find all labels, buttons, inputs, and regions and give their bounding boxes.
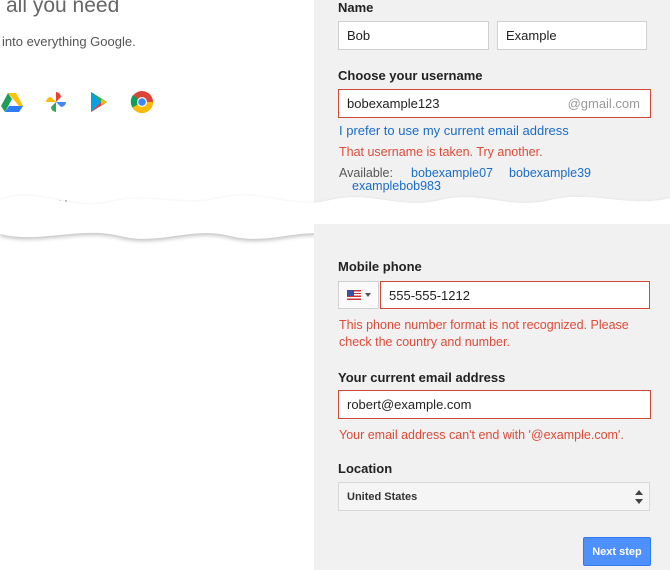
use-current-email-link[interactable]: I prefer to use my current email address bbox=[339, 123, 569, 138]
current-email-label: Your current email address bbox=[338, 370, 506, 385]
chrome-icon bbox=[130, 91, 153, 113]
available-label: Available: bbox=[339, 166, 393, 180]
select-arrows-icon bbox=[635, 490, 643, 504]
play-store-icon bbox=[91, 92, 107, 112]
username-value: bobexample123 bbox=[347, 96, 440, 111]
current-email-error: Your email address can't end with '@exam… bbox=[339, 428, 624, 442]
us-flag-icon bbox=[346, 290, 361, 300]
torn-edge-divider bbox=[0, 195, 670, 250]
mobile-phone-input[interactable]: 555-555-1212 bbox=[380, 281, 650, 309]
location-selected-value: United States bbox=[347, 490, 418, 503]
gmail-suffix: @gmail.com bbox=[567, 96, 640, 111]
mobile-phone-error: This phone number format is not recogniz… bbox=[339, 318, 629, 349]
location-select[interactable]: United States bbox=[338, 482, 650, 511]
name-label: Name bbox=[338, 0, 374, 15]
chevron-down-icon bbox=[364, 293, 371, 297]
username-input[interactable]: bobexample123 @gmail.com bbox=[338, 89, 651, 118]
first-name-input[interactable]: Bob bbox=[338, 21, 489, 50]
drive-icon bbox=[1, 93, 23, 112]
hero-subtitle: into everything Google. bbox=[2, 34, 136, 49]
location-label: Location bbox=[338, 461, 393, 476]
mobile-phone-label: Mobile phone bbox=[338, 259, 422, 274]
suggestion-link[interactable]: bobexample39 bbox=[509, 166, 591, 180]
hero-title: all you need bbox=[6, 0, 120, 17]
suggestion-link[interactable]: bobexample07 bbox=[411, 166, 493, 180]
marketing-panel: all you need into everything Google. bbox=[0, 0, 314, 570]
username-label: Choose your username bbox=[338, 68, 483, 83]
photos-icon bbox=[46, 92, 66, 112]
country-code-dropdown[interactable] bbox=[338, 281, 379, 309]
current-email-input[interactable]: robert@example.com bbox=[338, 390, 651, 419]
username-error: That username is taken. Try another. bbox=[339, 145, 543, 159]
last-name-input[interactable]: Example bbox=[497, 21, 647, 50]
next-step-button[interactable]: Next step bbox=[583, 537, 651, 566]
